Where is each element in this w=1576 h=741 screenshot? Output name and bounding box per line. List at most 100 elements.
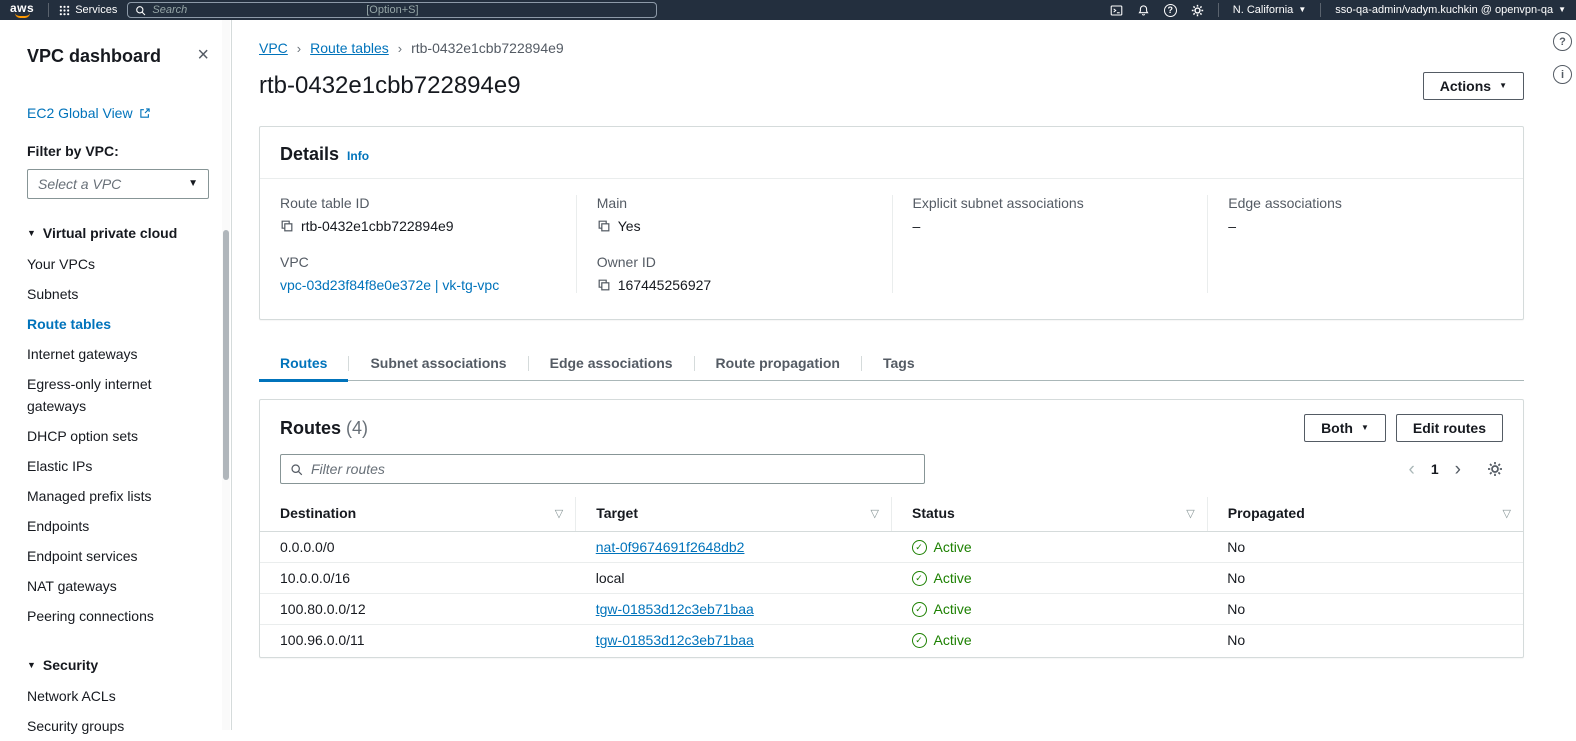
column-header-destination[interactable]: Destination ▽ [260, 497, 576, 532]
sidebar-item-elastic-ips[interactable]: Elastic IPs [27, 451, 209, 481]
sidebar-item-internet-gateways[interactable]: Internet gateways [27, 339, 209, 369]
breadcrumb-separator-icon: › [297, 41, 301, 56]
copy-icon[interactable] [597, 278, 611, 292]
tab-routes[interactable]: Routes [259, 346, 348, 381]
sidebar-item-managed-prefix-lists[interactable]: Managed prefix lists [27, 481, 209, 511]
divider [1320, 3, 1321, 17]
copy-icon[interactable] [280, 219, 294, 233]
sidebar-item-security-groups[interactable]: Security groups [27, 711, 209, 741]
tab-edge-associations[interactable]: Edge associations [529, 346, 694, 381]
sidebar-item-dhcp-option-sets[interactable]: DHCP option sets [27, 421, 209, 451]
status-active-icon: ✓ [912, 633, 927, 648]
tab-tags[interactable]: Tags [862, 346, 936, 381]
sidebar-item-endpoint-services[interactable]: Endpoint services [27, 541, 209, 571]
vpc-nav-list: Your VPCs Subnets Route tables Internet … [27, 249, 209, 631]
account-label: sso-qa-admin/vadym.kuchkin @ openvpn-qa [1335, 4, 1553, 16]
chevron-down-icon: ▼ [1298, 6, 1306, 14]
sidebar-item-egress-only-internet-gateways[interactable]: Egress-only internet gateways [27, 369, 209, 421]
sidebar-item-route-tables[interactable]: Route tables [27, 309, 209, 339]
main-content: VPC › Route tables › rtb-0432e1cbb722894… [233, 20, 1576, 658]
table-preferences-gear-icon[interactable] [1487, 461, 1503, 477]
chevron-down-icon: ▼ [188, 179, 198, 189]
breadcrumb: VPC › Route tables › rtb-0432e1cbb722894… [259, 40, 1524, 56]
route-table-id-value: rtb-0432e1cbb722894e9 [301, 218, 454, 234]
vpc-select[interactable]: Select a VPC ▼ [27, 169, 209, 199]
propagated-cell: No [1207, 532, 1523, 563]
chevron-down-icon: ▼ [1499, 82, 1507, 90]
settings-gear-icon[interactable] [1191, 4, 1204, 17]
aws-logo-text: aws [10, 3, 34, 13]
both-dropdown[interactable]: Both ▼ [1304, 414, 1386, 442]
field-label: Owner ID [597, 254, 872, 270]
page-number[interactable]: 1 [1431, 461, 1439, 477]
divider [1218, 3, 1219, 17]
status-text: Active [934, 632, 972, 648]
prev-page-icon[interactable]: ‹ [1409, 460, 1415, 479]
breadcrumb-vpc[interactable]: VPC [259, 40, 288, 56]
scrollbar-thumb[interactable] [223, 230, 229, 480]
sidebar-item-nat-gateways[interactable]: NAT gateways [27, 571, 209, 601]
global-search-input[interactable]: Search [Option+S] [127, 2, 657, 18]
target-link[interactable]: nat-0f9674691f2648db2 [596, 539, 745, 555]
info-link[interactable]: Info [347, 149, 369, 163]
sidebar-title: VPC dashboard [27, 46, 161, 67]
next-page-icon[interactable]: › [1455, 460, 1461, 479]
security-nav-list: Network ACLs Security groups [27, 681, 209, 741]
destination-cell: 10.0.0.0/16 [260, 563, 576, 594]
column-header-status[interactable]: Status ▽ [892, 497, 1208, 532]
details-title: Details [280, 144, 339, 165]
field-label: Main [597, 195, 872, 211]
region-selector[interactable]: N. California ▼ [1233, 4, 1306, 16]
help-icon[interactable]: ? [1164, 4, 1177, 17]
sidebar-item-network-acls[interactable]: Network ACLs [27, 681, 209, 711]
info-panel-icon[interactable]: i [1553, 65, 1572, 84]
services-menu[interactable]: Services [59, 4, 117, 16]
breadcrumb-route-tables[interactable]: Route tables [310, 40, 389, 56]
main-value: Yes [618, 218, 641, 234]
aws-logo[interactable]: aws [10, 3, 34, 18]
route-row: 100.96.0.0/11 tgw-01853d12c3eb71baa ✓Act… [260, 625, 1523, 656]
ec2-global-view-link[interactable]: EC2 Global View [27, 105, 151, 121]
section-virtual-private-cloud[interactable]: ▼ Virtual private cloud [27, 225, 209, 241]
help-panel-icon[interactable]: ? [1553, 32, 1572, 51]
sidebar-item-peering-connections[interactable]: Peering connections [27, 601, 209, 631]
column-header-target[interactable]: Target ▽ [576, 497, 892, 532]
actions-button[interactable]: Actions ▼ [1423, 72, 1524, 100]
tabs: Routes Subnet associations Edge associat… [259, 346, 1524, 381]
routes-table: Destination ▽ Target ▽ Status ▽ Propagat… [260, 497, 1523, 655]
target-link[interactable]: tgw-01853d12c3eb71baa [596, 601, 754, 617]
breadcrumb-current: rtb-0432e1cbb722894e9 [411, 40, 564, 56]
destination-cell: 0.0.0.0/0 [260, 532, 576, 563]
services-label: Services [75, 4, 117, 16]
account-menu[interactable]: sso-qa-admin/vadym.kuchkin @ openvpn-qa … [1335, 4, 1566, 16]
target-link[interactable]: tgw-01853d12c3eb71baa [596, 632, 754, 648]
edit-routes-button[interactable]: Edit routes [1396, 414, 1503, 442]
close-icon[interactable]: × [197, 46, 209, 64]
sidebar-item-endpoints[interactable]: Endpoints [27, 511, 209, 541]
aws-smile-icon [15, 13, 30, 18]
cloudshell-icon[interactable] [1110, 4, 1123, 17]
pagination: ‹ 1 › [1409, 460, 1503, 479]
sidebar-item-your-vpcs[interactable]: Your VPCs [27, 249, 209, 279]
filter-by-vpc-label: Filter by VPC: [27, 143, 209, 159]
tab-route-propagation[interactable]: Route propagation [695, 346, 861, 381]
column-header-propagated[interactable]: Propagated ▽ [1207, 497, 1523, 532]
sort-filter-icon: ▽ [871, 507, 879, 520]
copy-icon[interactable] [597, 219, 611, 233]
chevron-down-icon: ▼ [1558, 6, 1566, 14]
filter-routes-input[interactable]: Filter routes [280, 454, 925, 484]
sidebar-item-subnets[interactable]: Subnets [27, 279, 209, 309]
chevron-down-icon: ▼ [27, 228, 36, 238]
status-active-icon: ✓ [912, 540, 927, 555]
vpc-link[interactable]: vpc-03d23f84f8e0e372e | vk-tg-vpc [280, 277, 499, 293]
status-text: Active [934, 539, 972, 555]
route-row: 100.80.0.0/12 tgw-01853d12c3eb71baa ✓Act… [260, 594, 1523, 625]
target-text: local [596, 570, 625, 586]
chevron-down-icon: ▼ [1361, 424, 1369, 432]
tab-subnet-associations[interactable]: Subnet associations [349, 346, 527, 381]
notifications-bell-icon[interactable] [1137, 4, 1150, 17]
search-icon [290, 463, 303, 476]
section-security[interactable]: ▼ Security [27, 657, 209, 673]
propagated-cell: No [1207, 594, 1523, 625]
topbar: aws Services Search [Option+S] [0, 0, 1576, 20]
